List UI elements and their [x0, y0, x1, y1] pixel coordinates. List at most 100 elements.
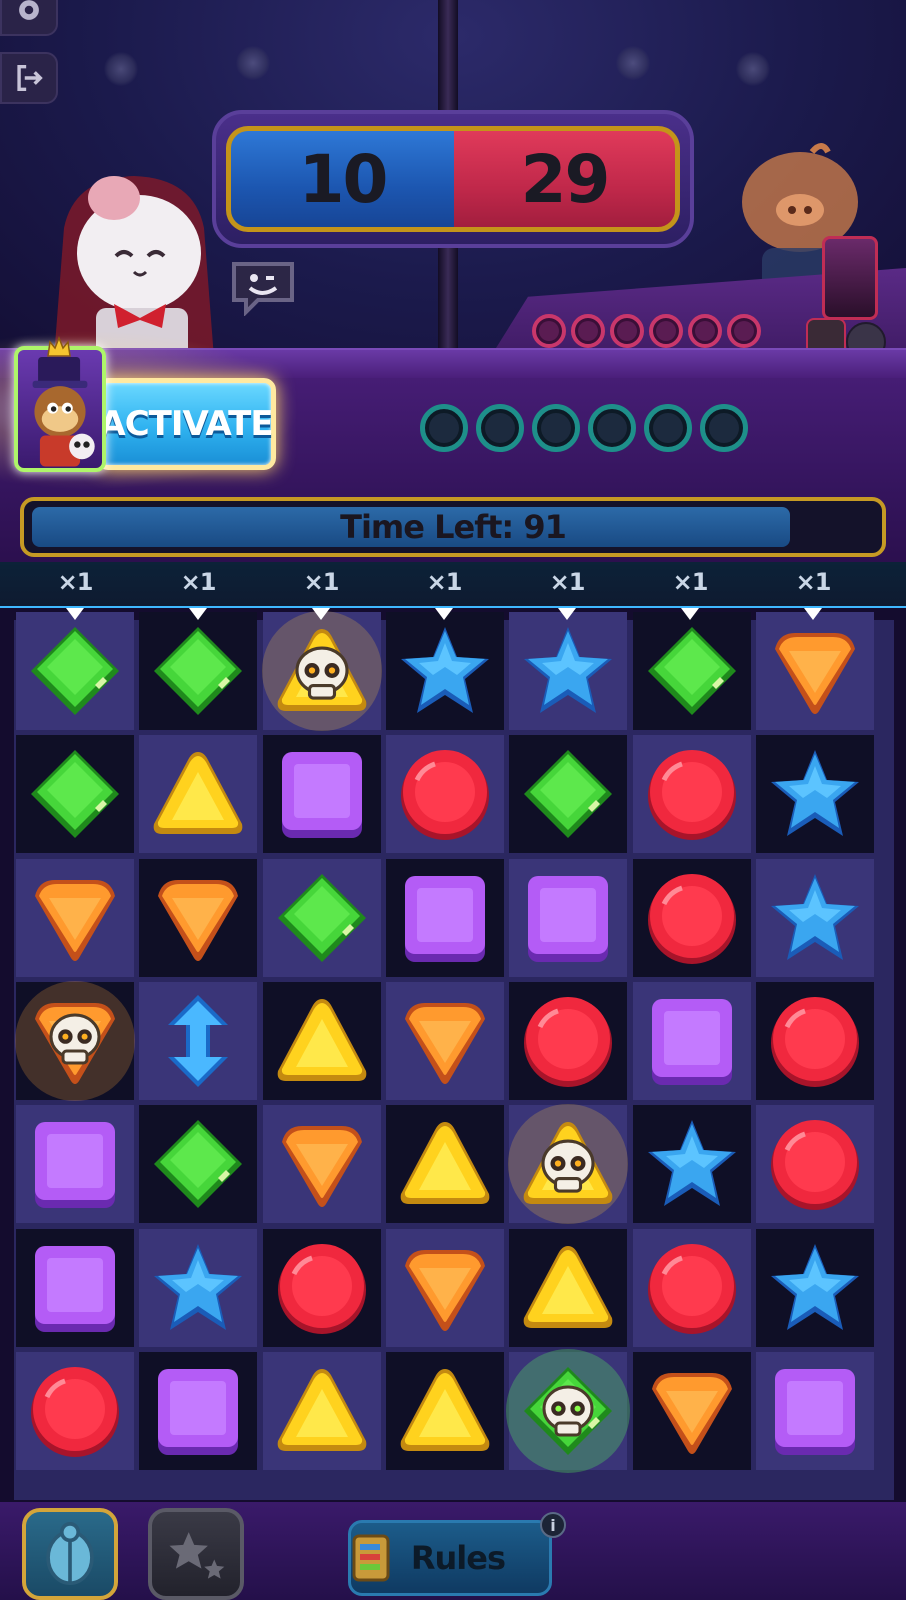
- red-gem-icon[interactable]: [765, 991, 865, 1091]
- board-cell[interactable]: [16, 612, 134, 730]
- emote-bubble-icon[interactable]: [228, 258, 298, 316]
- orange-gem-icon[interactable]: [765, 621, 865, 721]
- beetle-powerup-button[interactable]: [22, 1508, 118, 1600]
- board-cell[interactable]: [139, 982, 257, 1100]
- board-cell[interactable]: [386, 859, 504, 977]
- board-cell[interactable]: [16, 735, 134, 853]
- purple-gem-icon[interactable]: [148, 1361, 248, 1461]
- board-cell[interactable]: [386, 612, 504, 730]
- board-cell[interactable]: [386, 735, 504, 853]
- purple-gem-icon[interactable]: [272, 744, 372, 844]
- yellow-gem-icon[interactable]: [518, 1238, 618, 1338]
- blue-gem-icon[interactable]: [765, 1238, 865, 1338]
- board-cell[interactable]: [633, 735, 751, 853]
- board-cell[interactable]: [509, 735, 627, 853]
- red-gem-icon[interactable]: [395, 744, 495, 844]
- purple-gem-icon[interactable]: [25, 1114, 125, 1214]
- purple-gem-icon[interactable]: [518, 868, 618, 968]
- green-gem-icon[interactable]: [272, 868, 372, 968]
- board-cell[interactable]: [508, 1104, 628, 1224]
- purple-gem-icon[interactable]: [765, 1361, 865, 1461]
- board-cell[interactable]: [263, 1352, 381, 1470]
- board-cell[interactable]: [139, 612, 257, 730]
- board-cell[interactable]: [263, 982, 381, 1100]
- yellow-gem-icon[interactable]: [272, 991, 372, 1091]
- board-cell[interactable]: [263, 1105, 381, 1223]
- green-gem-icon[interactable]: [148, 1114, 248, 1214]
- yellow-gem-icon[interactable]: [148, 744, 248, 844]
- orange-gem-icon[interactable]: [25, 868, 125, 968]
- red-gem-icon[interactable]: [765, 1114, 865, 1214]
- board-cell[interactable]: [633, 1229, 751, 1347]
- red-gem-icon[interactable]: [642, 744, 742, 844]
- board-cell[interactable]: [139, 1105, 257, 1223]
- blue-gem-icon[interactable]: [518, 621, 618, 721]
- settings-button[interactable]: [0, 0, 58, 36]
- board-cell[interactable]: [263, 1229, 381, 1347]
- green-skull-gem-icon[interactable]: [506, 1349, 630, 1473]
- green-gem-icon[interactable]: [642, 621, 742, 721]
- board-cell[interactable]: [633, 982, 751, 1100]
- board-cell[interactable]: [633, 612, 751, 730]
- board-cell[interactable]: [509, 612, 627, 730]
- board-cell[interactable]: [756, 1105, 874, 1223]
- green-gem-icon[interactable]: [25, 621, 125, 721]
- yellow-gem-icon[interactable]: [395, 1361, 495, 1461]
- board-cell[interactable]: [756, 982, 874, 1100]
- board-cell[interactable]: [509, 1229, 627, 1347]
- yellow-skull-gem-icon[interactable]: [262, 611, 382, 731]
- board-cell[interactable]: [386, 1105, 504, 1223]
- orange-gem-icon[interactable]: [148, 868, 248, 968]
- blue-gem-icon[interactable]: [395, 621, 495, 721]
- board-cell[interactable]: [16, 1105, 134, 1223]
- board-cell[interactable]: [139, 1229, 257, 1347]
- board-cell[interactable]: [16, 1229, 134, 1347]
- board-cell[interactable]: [756, 1229, 874, 1347]
- board-cell[interactable]: [756, 1352, 874, 1470]
- board-cell[interactable]: [16, 1352, 134, 1470]
- orange-gem-icon[interactable]: [395, 1238, 495, 1338]
- green-gem-icon[interactable]: [25, 744, 125, 844]
- board-cell[interactable]: [263, 735, 381, 853]
- board-cell[interactable]: [139, 735, 257, 853]
- blue-gem-icon[interactable]: [642, 1114, 742, 1214]
- board-cell[interactable]: [263, 859, 381, 977]
- board-cell[interactable]: [756, 612, 874, 730]
- board-cell[interactable]: [386, 1229, 504, 1347]
- orange-gem-icon[interactable]: [272, 1114, 372, 1214]
- board-cell[interactable]: [756, 735, 874, 853]
- yellow-gem-icon[interactable]: [395, 1114, 495, 1214]
- board-cell[interactable]: [633, 859, 751, 977]
- red-gem-icon[interactable]: [518, 991, 618, 1091]
- board-cell[interactable]: [15, 981, 135, 1101]
- board-cell[interactable]: [139, 859, 257, 977]
- yellow-skull-gem-icon[interactable]: [508, 1104, 628, 1224]
- green-gem-icon[interactable]: [148, 621, 248, 721]
- purple-gem-icon[interactable]: [395, 868, 495, 968]
- board-cell[interactable]: [16, 859, 134, 977]
- orange-skull-gem-icon[interactable]: [15, 981, 135, 1101]
- green-gem-icon[interactable]: [518, 744, 618, 844]
- character-card-monkey[interactable]: [14, 346, 106, 472]
- purple-gem-icon[interactable]: [642, 991, 742, 1091]
- arrow-gem-icon[interactable]: [148, 991, 248, 1091]
- blue-gem-icon[interactable]: [765, 868, 865, 968]
- blue-gem-icon[interactable]: [765, 744, 865, 844]
- activate-button[interactable]: ACTIVATE: [96, 378, 276, 470]
- blue-gem-icon[interactable]: [148, 1238, 248, 1338]
- red-gem-icon[interactable]: [25, 1361, 125, 1461]
- board-cell[interactable]: [633, 1105, 751, 1223]
- red-gem-icon[interactable]: [642, 1238, 742, 1338]
- board-cell[interactable]: [506, 1349, 630, 1473]
- board-cell[interactable]: [139, 1352, 257, 1470]
- rules-info-badge[interactable]: i: [540, 1512, 566, 1538]
- board-cell[interactable]: [633, 1352, 751, 1470]
- red-gem-icon[interactable]: [272, 1238, 372, 1338]
- board-cell[interactable]: [509, 859, 627, 977]
- board-cell[interactable]: [509, 982, 627, 1100]
- stars-powerup-button[interactable]: [148, 1508, 244, 1600]
- board-cell[interactable]: [386, 1352, 504, 1470]
- board-cell[interactable]: [756, 859, 874, 977]
- purple-gem-icon[interactable]: [25, 1238, 125, 1338]
- orange-gem-icon[interactable]: [395, 991, 495, 1091]
